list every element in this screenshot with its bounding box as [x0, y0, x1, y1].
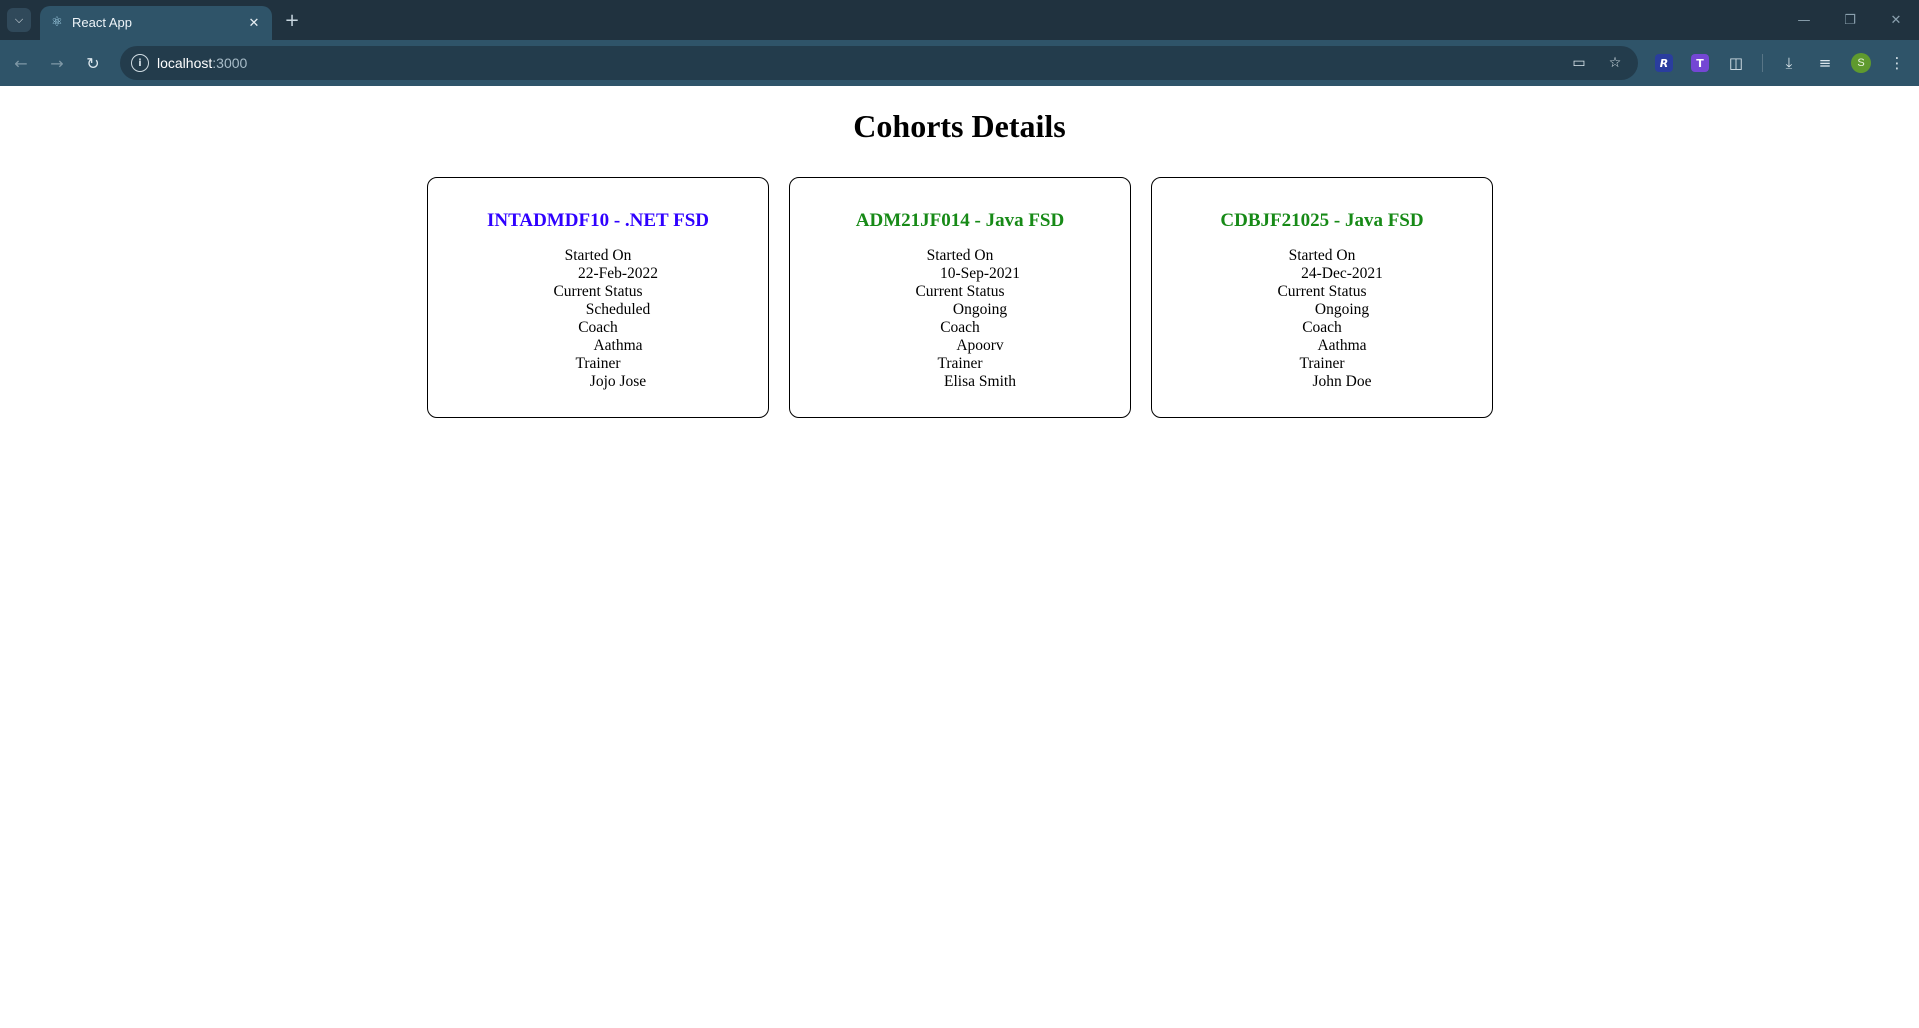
react-icon: ⚛ [51, 15, 63, 30]
plus-icon[interactable]: + [280, 8, 304, 32]
browser-toolbar: ← → ↻ i localhost:3000 ▭ ☆ R T ◫ ⤓ ≡ S ⋮ [0, 40, 1919, 86]
cohort-title: ADM21JF014 - Java FSD [855, 210, 1065, 231]
info-icon[interactable]: i [131, 54, 149, 72]
download-icon[interactable]: ⤓ [1776, 50, 1802, 76]
kebab-menu-icon[interactable]: ⋮ [1884, 50, 1910, 76]
page-title: Cohorts Details [853, 108, 1066, 144]
cohort-title: INTADMDF10 - .NET FSD [486, 210, 710, 231]
reload-icon[interactable]: ↻ [80, 50, 106, 76]
coach-value: Apoorv [956, 337, 1004, 354]
url-host: localhost [157, 55, 213, 71]
cohort-card: ADM21JF014 - Java FSD Started On 10-Sep-… [789, 177, 1131, 418]
arrow-right-icon[interactable]: → [44, 50, 70, 76]
install-app-icon[interactable]: ▭ [1567, 51, 1591, 75]
started-on-label: Started On [926, 247, 994, 264]
cohort-card: INTADMDF10 - .NET FSD Started On 22-Feb-… [427, 177, 769, 418]
avatar[interactable]: S [1848, 50, 1874, 76]
reading-list-icon[interactable]: ≡ [1812, 50, 1838, 76]
restore-icon[interactable]: ❐ [1836, 6, 1864, 34]
arrow-left-icon[interactable]: ← [8, 50, 34, 76]
started-on-label: Started On [1288, 247, 1356, 264]
started-on-value: 10-Sep-2021 [939, 265, 1021, 282]
trainer-value: Elisa Smith [944, 373, 1016, 390]
status-value: Ongoing [952, 301, 1008, 318]
started-on-value: 24-Dec-2021 [1301, 265, 1383, 282]
chevron-down-icon[interactable]: ⌵ [7, 8, 31, 32]
trainer-value: John Doe [1312, 373, 1372, 390]
cohort-details: Started On 22-Feb-2022 Current Status Sc… [428, 247, 768, 391]
url-text[interactable]: localhost:3000 [157, 54, 247, 72]
started-on-value: 22-Feb-2022 [577, 265, 659, 282]
url-port: :3000 [212, 55, 248, 71]
cohort-details: Started On 10-Sep-2021 Current Status On… [790, 247, 1130, 391]
minimize-icon[interactable]: — [1790, 6, 1818, 34]
status-value: Scheduled [585, 301, 651, 318]
cohort-card: CDBJF21025 - Java FSD Started On 24-Dec-… [1151, 177, 1493, 418]
trainer-label: Trainer [937, 355, 983, 372]
extension-r-icon[interactable]: R [1651, 50, 1677, 76]
status-label: Current Status [1277, 283, 1367, 300]
tab-title: React App [72, 15, 132, 30]
cohort-title: CDBJF21025 - Java FSD [1220, 210, 1424, 231]
trainer-label: Trainer [1299, 355, 1345, 372]
browser-tab-strip: ⌵ ⚛ React App ✕ + — ❐ ✕ [0, 0, 1919, 40]
extension-twitch-icon[interactable]: T [1687, 50, 1713, 76]
coach-label: Coach [578, 319, 618, 336]
coach-value: Aathma [1317, 337, 1367, 354]
coach-label: Coach [940, 319, 980, 336]
window-close-icon[interactable]: ✕ [1882, 6, 1910, 34]
status-label: Current Status [915, 283, 1005, 300]
browser-tab[interactable]: ⚛ React App ✕ [40, 6, 272, 40]
toolbar-divider [1762, 54, 1763, 72]
status-label: Current Status [553, 283, 643, 300]
star-icon[interactable]: ☆ [1603, 51, 1627, 75]
started-on-label: Started On [564, 247, 632, 264]
cohort-cards: INTADMDF10 - .NET FSD Started On 22-Feb-… [427, 177, 1494, 418]
cohort-details: Started On 24-Dec-2021 Current Status On… [1152, 247, 1492, 391]
puzzle-icon[interactable]: ◫ [1723, 50, 1749, 76]
status-value: Ongoing [1314, 301, 1370, 318]
trainer-label: Trainer [575, 355, 621, 372]
coach-value: Aathma [593, 337, 643, 354]
close-icon[interactable]: ✕ [244, 13, 264, 33]
address-bar[interactable]: i localhost:3000 ▭ ☆ [120, 46, 1638, 80]
trainer-value: Jojo Jose [589, 373, 647, 390]
coach-label: Coach [1302, 319, 1342, 336]
